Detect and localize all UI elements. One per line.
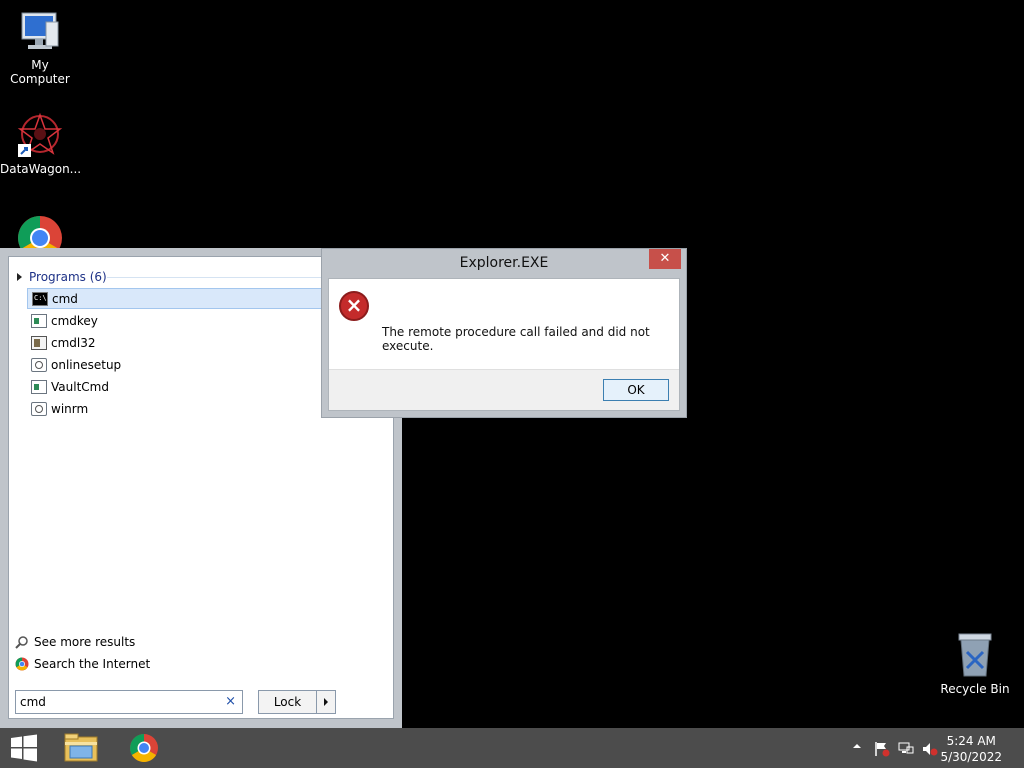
see-more-label: See more results xyxy=(34,635,136,649)
taskbar: 5:24 AM 5/30/2022 xyxy=(0,728,1024,768)
close-button[interactable]: ✕ xyxy=(649,249,681,269)
system-clock[interactable]: 5:24 AM 5/30/2022 xyxy=(940,733,1002,765)
programs-group-header[interactable]: Programs (6) xyxy=(17,269,107,285)
desktop-icon-my-computer[interactable]: My Computer xyxy=(0,8,80,86)
show-hidden-icons[interactable] xyxy=(850,741,864,755)
desktop-icon-recycle-bin[interactable]: Recycle Bin xyxy=(935,630,1015,696)
program-item-vaultcmd[interactable]: VaultCmd xyxy=(27,376,323,397)
expand-triangle-icon xyxy=(17,273,22,281)
see-more-results-link[interactable]: See more results xyxy=(15,633,135,651)
dialog-button-bar: OK xyxy=(329,369,679,410)
clock-date: 5/30/2022 xyxy=(940,750,1002,764)
document-app-icon xyxy=(31,335,47,350)
dialog-content: × The remote procedure call failed and d… xyxy=(328,278,680,411)
flag-icon xyxy=(875,742,890,757)
desktop-icon-datawagon[interactable]: DataWagon... xyxy=(0,112,82,176)
start-search-box[interactable]: × xyxy=(15,690,243,714)
program-label: cmdl32 xyxy=(51,335,96,350)
desktop-icon-label: DataWagon... xyxy=(0,162,82,176)
volume-muted-icon[interactable] xyxy=(922,741,938,756)
desktop-icon-label: My Computer xyxy=(10,58,70,86)
desktop-icon-label: Recycle Bin xyxy=(940,682,1010,696)
taskbar-chrome[interactable] xyxy=(122,728,166,768)
desktop-icon-chrome[interactable] xyxy=(0,214,80,250)
program-label: winrm xyxy=(51,401,89,416)
dialog-title: Explorer.EXE xyxy=(459,255,549,271)
lock-button[interactable]: Lock xyxy=(258,690,336,714)
chevron-up-icon xyxy=(853,744,861,748)
cmd-icon: C:\ xyxy=(32,291,48,306)
program-label: VaultCmd xyxy=(51,379,109,394)
dialog-message: The remote procedure call failed and did… xyxy=(382,325,650,353)
windows-logo-icon xyxy=(11,734,37,762)
recycle-bin-icon xyxy=(958,633,992,677)
error-dialog: Explorer.EXE ✕ × The remote procedure ca… xyxy=(321,248,687,418)
start-button[interactable] xyxy=(4,728,44,768)
gear-app-icon xyxy=(31,401,47,416)
computer-icon xyxy=(21,12,59,49)
program-item-cmd[interactable]: C:\ cmd xyxy=(27,288,323,309)
program-label: cmd xyxy=(52,291,78,306)
gear-app-icon xyxy=(31,357,47,372)
chrome-icon xyxy=(18,216,62,250)
power-options-arrow-icon[interactable] xyxy=(317,691,335,713)
taskbar-file-explorer[interactable] xyxy=(58,728,104,768)
chrome-icon xyxy=(130,734,158,762)
program-label: cmdkey xyxy=(51,313,98,328)
search-icon xyxy=(15,636,28,649)
group-header-label: Programs (6) xyxy=(29,270,107,284)
ok-button[interactable]: OK xyxy=(603,379,669,401)
window-app-icon xyxy=(31,313,47,328)
program-item-cmdkey[interactable]: cmdkey xyxy=(27,310,323,331)
search-internet-label: Search the Internet xyxy=(34,657,151,671)
clock-time: 5:24 AM xyxy=(946,734,996,748)
search-internet-link[interactable]: Search the Internet xyxy=(15,655,150,673)
program-item-cmdl32[interactable]: cmdl32 xyxy=(27,332,323,353)
clear-search-icon[interactable]: × xyxy=(225,694,236,710)
speaker-icon xyxy=(923,743,938,756)
program-item-onlinesetup[interactable]: onlinesetup xyxy=(27,354,323,375)
network-icon[interactable] xyxy=(898,741,914,755)
datawagon-icon xyxy=(17,112,63,157)
network-monitor-icon xyxy=(898,742,914,754)
window-app-icon xyxy=(31,379,47,394)
lock-button-label[interactable]: Lock xyxy=(259,691,317,713)
action-center-flag-icon[interactable] xyxy=(874,741,890,757)
search-input[interactable] xyxy=(20,694,216,710)
folder-icon xyxy=(64,733,98,762)
program-item-winrm[interactable]: winrm xyxy=(27,398,323,419)
program-label: onlinesetup xyxy=(51,357,122,372)
chrome-icon xyxy=(15,657,29,671)
error-icon: × xyxy=(339,291,369,321)
